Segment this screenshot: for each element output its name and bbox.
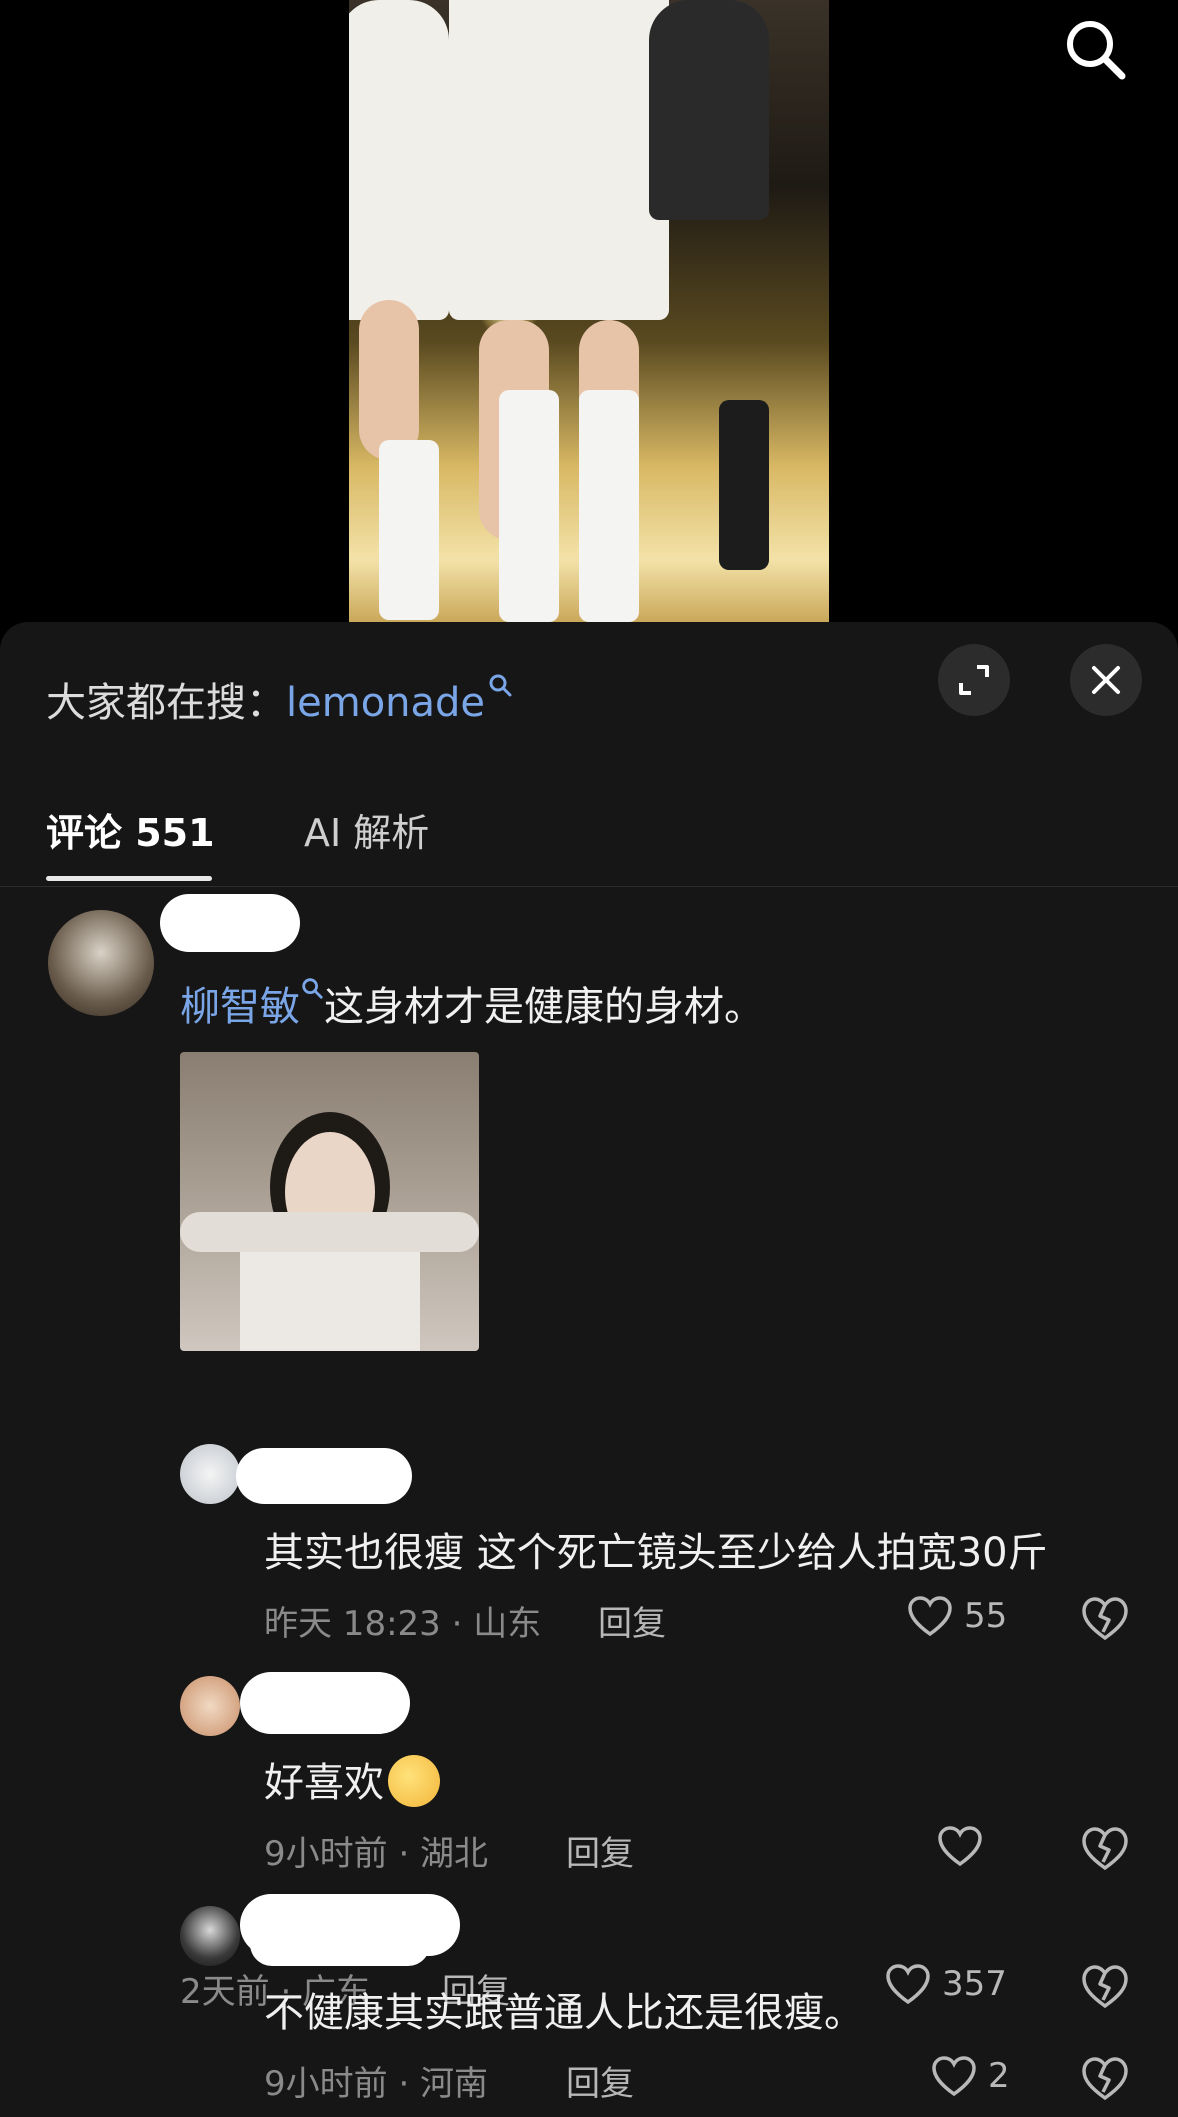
avatar[interactable] <box>180 1676 240 1736</box>
video-frame[interactable] <box>349 0 829 622</box>
avatar[interactable] <box>180 1906 240 1966</box>
tab-comments-label: 评论 551 <box>46 811 215 855</box>
tab-ai-label: AI 解析 <box>304 811 430 855</box>
reply-button[interactable]: 回复 <box>598 1596 666 1645</box>
comment-text: 柳智敏 这身材才是健康的身材。 <box>180 974 764 1032</box>
tab-comments[interactable]: 评论 551 <box>46 802 215 881</box>
dislike-icon[interactable] <box>1080 1962 1130 2012</box>
expand-button[interactable] <box>938 644 1010 716</box>
reply-body: 好喜欢 <box>264 1760 384 1806</box>
close-icon <box>1092 666 1120 694</box>
redacted-username-extra <box>250 1922 430 1966</box>
avatar[interactable] <box>48 910 154 1016</box>
like-button[interactable] <box>936 1824 994 1868</box>
like-button[interactable]: 2 <box>930 2054 1010 2098</box>
avatar[interactable] <box>180 1444 240 1504</box>
reply-button[interactable]: 回复 <box>566 2056 634 2105</box>
hot-search-bar: 大家都在搜： lemonade <box>46 670 513 728</box>
reply-text: 不健康其实跟普通人比还是很瘦。 <box>264 1990 864 2036</box>
reply-text: 其实也很瘦 这个死亡镜头至少给人拍宽30斤 <box>264 1530 1048 1576</box>
comment-sheet: 大家都在搜： lemonade 评论 551 AI 解析 柳智敏 这身材才是健康的… <box>0 622 1178 2117</box>
like-button[interactable]: 55 <box>906 1594 1007 1638</box>
reply-time-location: 9小时前 · 河南 <box>264 2064 489 2104</box>
dislike-icon[interactable] <box>1080 1824 1130 1874</box>
search-icon <box>1067 21 1126 80</box>
comment-body: 这身材才是健康的身材。 <box>324 984 764 1030</box>
like-count: 2 <box>988 2056 1010 2096</box>
expand-icon <box>959 665 989 695</box>
redacted-username <box>236 1448 412 1504</box>
dislike-icon[interactable] <box>1080 1594 1130 1644</box>
tab-bar: 评论 551 AI 解析 <box>0 792 1178 887</box>
thinking-emoji-icon <box>388 1755 440 1807</box>
dislike-icon[interactable] <box>1080 2054 1130 2104</box>
like-count: 357 <box>942 1964 1007 2004</box>
reply-text: 好喜欢 <box>264 1750 440 1811</box>
like-button[interactable]: 357 <box>884 1962 1007 2006</box>
mention-link[interactable]: 柳智敏 <box>180 984 300 1030</box>
redacted-username <box>240 1672 410 1734</box>
reply-time-location: 9小时前 · 湖北 <box>264 1834 489 1874</box>
small-search-icon <box>489 674 512 697</box>
hot-search-label: 大家都在搜： <box>46 680 286 726</box>
search-button[interactable] <box>1060 14 1130 84</box>
comment-image[interactable] <box>180 1052 479 1351</box>
close-button[interactable] <box>1070 644 1142 716</box>
mention-search-icon <box>302 978 323 999</box>
reply-time-location: 昨天 18:23 · 山东 <box>264 1604 542 1644</box>
heart-icon <box>886 1964 930 2005</box>
like-count: 55 <box>964 1596 1008 1636</box>
redacted-username <box>160 894 300 952</box>
tab-indicator <box>46 876 212 881</box>
heart-icon <box>932 2056 976 2097</box>
heart-icon <box>908 1596 952 1637</box>
video-player[interactable] <box>0 0 1178 622</box>
hot-search-keyword[interactable]: lemonade <box>286 680 485 726</box>
tab-ai-analysis[interactable]: AI 解析 <box>304 802 429 857</box>
reply-button[interactable]: 回复 <box>566 1826 634 1875</box>
heart-icon <box>938 1826 982 1867</box>
